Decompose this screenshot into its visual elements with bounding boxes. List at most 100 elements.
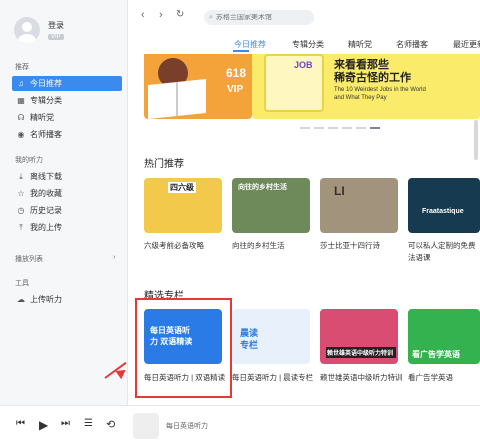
column-card-2-caption[interactable]: 每日英语听力 | 晨读专栏 [232,372,316,384]
search-input[interactable] [215,14,306,21]
hot-card-2[interactable]: 向往的乡村生活 [232,178,310,233]
sidebar-item-label: 名师播客 [30,130,62,139]
banner-title-line2: 稀奇古怪的工作 [334,72,411,84]
sidebar-item-label: 今日推荐 [30,79,62,88]
hot-card-3[interactable]: LI [320,178,398,233]
sidebar-item-history[interactable]: ◷ 历史记录 [12,203,122,218]
sidebar-item-label: 我的上传 [30,223,62,232]
card-text: 晨读 专栏 [240,328,259,350]
now-playing-title[interactable]: 每日英语听力 [166,421,208,431]
hot-card-1-caption[interactable]: 六级考前必备攻略 [144,240,228,252]
sidebar-item-label: 离线下载 [30,172,62,181]
tab-bar: 今日推荐 专辑分类 精听党 名师播客 最近更新 [129,36,480,52]
banner-vip-text: VIP [227,84,244,95]
highlight-box [135,298,232,398]
music-note-icon: ♫ [18,79,24,88]
job-illustration: JOB [264,54,324,112]
card-text: 看广告学英语 [412,350,460,359]
hot-card-3-caption[interactable]: 莎士比亚十四行诗 [320,240,404,252]
search-icon: ⌕ [209,13,213,21]
repeat-icon[interactable]: ⟲ [106,418,115,431]
download-icon: ⤓ [19,171,23,181]
sidebar-item-download[interactable]: ⤓ 离线下载 [12,169,122,184]
sidebar-item-label: 历史记录 [30,206,62,215]
column-card-3[interactable]: 赖世雄英语中级听力特训 [320,309,398,364]
hot-card-4-caption[interactable]: 可以私人定制的免费法语课 [408,240,480,264]
section-tools: 工具 [15,280,29,287]
banner-618-text: 618 [226,66,247,80]
banner-vip[interactable]: 618 VIP [144,54,252,119]
section-recommend: 推荐 [15,64,29,71]
open-book-illustration [148,78,206,119]
card-text: LI [334,184,345,198]
hot-card-2-caption[interactable]: 向往的乡村生活 [232,240,316,252]
scrollbar[interactable] [474,120,478,160]
section-playlist[interactable]: 播放列表 [15,254,43,264]
sidebar-item-label: 上传听力 [30,295,62,304]
grid-icon: ▦ [17,96,25,105]
avatar[interactable] [14,17,40,43]
headphones-icon: ☊ [17,113,25,122]
profile[interactable]: 登录 VIP [14,17,64,43]
podcast-icon: ◉ [17,130,25,139]
carousel-dot[interactable] [342,127,352,129]
sidebar-item-upload-listening[interactable]: ☁ 上传听力 [12,292,122,307]
forward-icon[interactable]: › [159,9,163,21]
column-card-4-caption[interactable]: 看广告学英语 [408,372,480,384]
upload-icon: ⤒ [19,222,23,232]
card-text: 向往的乡村生活 [238,184,287,191]
star-icon: ☆ [17,189,25,198]
job-text: JOB [294,60,313,70]
banner-subtitle-line2: and What They Pay [334,95,387,101]
carousel-dots [300,127,380,129]
carousel-dot[interactable] [328,127,338,129]
next-icon[interactable]: ⏭ [61,418,70,429]
chevron-right-icon[interactable]: › [113,254,115,261]
column-card-3-caption[interactable]: 赖世雄英语中级听力特训 [320,372,404,384]
carousel-dot[interactable] [300,127,310,129]
tab-podcast[interactable]: 名师播客 [396,39,428,50]
back-icon[interactable]: ‹ [141,9,145,21]
tab-intensive[interactable]: 精听党 [348,39,372,50]
login-link[interactable]: 登录 [48,20,64,31]
sidebar-item-today[interactable]: ♫ 今日推荐 [12,76,122,91]
column-card-2[interactable]: 晨读 专栏 [232,309,310,364]
cloud-upload-icon: ☁ [17,295,25,304]
sidebar-item-intensive[interactable]: ☊ 精听党 [12,110,122,125]
sidebar-item-favorites[interactable]: ☆ 我的收藏 [12,186,122,201]
sidebar-item-label: 我的收藏 [30,189,62,198]
sidebar-item-label: 精听党 [30,113,54,122]
play-icon[interactable]: ▶ [39,418,48,432]
clock-icon: ◷ [17,206,25,215]
section-my-listening: 我的听力 [15,157,43,164]
now-playing-thumbnail[interactable] [133,413,159,439]
banner-subtitle-line1: The 10 Weirdest Jobs in the World [334,87,426,93]
sidebar-item-my-uploads[interactable]: ⤒ 我的上传 [12,220,122,235]
playlist-icon[interactable]: ☰ [84,418,93,429]
carousel-dot[interactable] [314,127,324,129]
hot-card-4[interactable]: Fraatastique [408,178,480,233]
tab-recent[interactable]: 最近更新 [453,39,480,50]
refresh-icon[interactable]: ↻ [176,9,184,20]
carousel-dot-active[interactable] [370,127,380,129]
sidebar-item-albums[interactable]: ▦ 专辑分类 [12,93,122,108]
player-bar: ⏮ ▶ ⏭ ☰ ⟲ 每日英语听力 [0,405,480,446]
tab-albums[interactable]: 专辑分类 [292,39,324,50]
hot-card-1[interactable]: 四六级 [144,178,222,233]
sidebar-item-label: 专辑分类 [30,96,62,105]
tab-active-indicator [233,50,249,52]
carousel-dot[interactable] [356,127,366,129]
tab-today[interactable]: 今日推荐 [234,39,266,50]
vip-badge: VIP [48,34,64,40]
card-text: 四六级 [168,182,196,193]
card-text: 赖世雄英语中级听力特训 [326,347,396,358]
card-text: Fraatastique [422,208,464,215]
sidebar: 登录 VIP 推荐 ♫ 今日推荐 ▦ 专辑分类 ☊ 精听党 ◉ 名师播客 我的听… [0,0,128,405]
column-card-4[interactable]: 看广告学英语 [408,309,480,364]
search-box[interactable]: ⌕ [204,10,314,25]
topbar: ‹ › ↻ ⌕ [129,0,480,36]
previous-icon[interactable]: ⏮ [16,418,25,429]
banner-weird-jobs[interactable]: JOB 来看看那些 稀奇古怪的工作 The 10 Weirdest Jobs i… [252,54,480,119]
sidebar-item-podcast[interactable]: ◉ 名师播客 [12,127,122,142]
hot-section-title: 热门推荐 [144,159,184,170]
